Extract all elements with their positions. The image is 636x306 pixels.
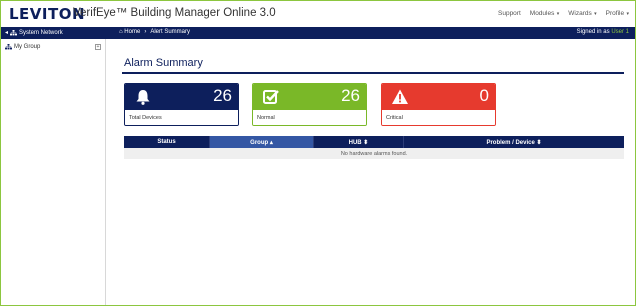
warning-icon <box>392 89 408 104</box>
caret-down-icon: ▾ <box>625 11 629 17</box>
system-network-toggle[interactable]: ◂ System Network <box>5 29 109 36</box>
critical-label: Critical <box>382 110 495 125</box>
sidebar-item-label: My Group <box>14 44 41 50</box>
breadcrumb-current: Alert Summary <box>150 29 190 35</box>
column-status[interactable]: Status <box>124 136 210 148</box>
normal-card[interactable]: 26 Normal <box>252 83 367 126</box>
sidebar-item-my-group[interactable]: My Group + <box>5 44 101 50</box>
home-icon: ⌂ <box>119 29 123 35</box>
app-title: VerifEye™ Building Manager Online 3.0 <box>73 7 276 19</box>
normal-count: 26 <box>341 86 360 105</box>
normal-label: Normal <box>253 110 366 125</box>
breadcrumb-separator: › <box>144 29 147 35</box>
sitemap-icon <box>10 29 18 35</box>
empty-message: No hardware alarms found. <box>340 150 408 157</box>
app-header: LEVITON VerifEye™ Building Manager Onlin… <box>1 1 635 27</box>
profile-menu[interactable]: Profile ▾ <box>606 10 629 17</box>
system-network-label: System Network <box>19 29 63 36</box>
table-header: Status Group ▴ HUB ⬍ Problem / Device ⬍ <box>124 136 624 148</box>
bell-icon <box>136 90 150 105</box>
total-devices-label: Total Devices <box>125 110 238 125</box>
breadcrumb: ⌂ Home › Alert Summary <box>119 29 190 35</box>
total-devices-count: 26 <box>213 86 232 105</box>
signed-in-status: Signed in as User 1 <box>577 29 629 35</box>
table-empty-row: No hardware alarms found. <box>124 148 624 159</box>
top-nav: Support Modules ▾ Wizards ▾ Profile ▾ <box>498 10 629 17</box>
total-devices-card[interactable]: 26 Total Devices <box>124 83 239 126</box>
wizards-menu[interactable]: Wizards ▾ <box>568 10 596 17</box>
chevron-left-icon: ◂ <box>5 30 9 36</box>
caret-down-icon: ▾ <box>592 11 597 17</box>
caret-down-icon: ▾ <box>555 11 560 17</box>
breadcrumb-home[interactable]: ⌂ Home <box>119 29 140 35</box>
column-problem-device[interactable]: Problem / Device ⬍ <box>404 136 624 148</box>
navigation-bar: ◂ System Network ⌂ Home › Alert Summary … <box>1 27 635 39</box>
support-link[interactable]: Support <box>498 10 521 17</box>
plus-box-icon[interactable]: + <box>95 44 101 50</box>
checkbox-icon <box>263 90 279 104</box>
user-link[interactable]: User 1 <box>611 29 629 35</box>
signed-in-prefix: Signed in as <box>576 29 610 35</box>
page-title: Alarm Summary <box>124 57 203 69</box>
sidebar: My Group + <box>1 39 106 305</box>
column-group[interactable]: Group ▴ <box>210 136 314 148</box>
sitemap-icon <box>5 44 12 50</box>
critical-count: 0 <box>479 86 489 105</box>
modules-menu[interactable]: Modules ▾ <box>530 10 559 17</box>
critical-card[interactable]: 0 Critical <box>381 83 496 126</box>
column-hub[interactable]: HUB ⬍ <box>314 136 404 148</box>
title-divider <box>122 72 624 74</box>
alarm-table: Status Group ▴ HUB ⬍ Problem / Device ⬍ … <box>124 136 624 159</box>
